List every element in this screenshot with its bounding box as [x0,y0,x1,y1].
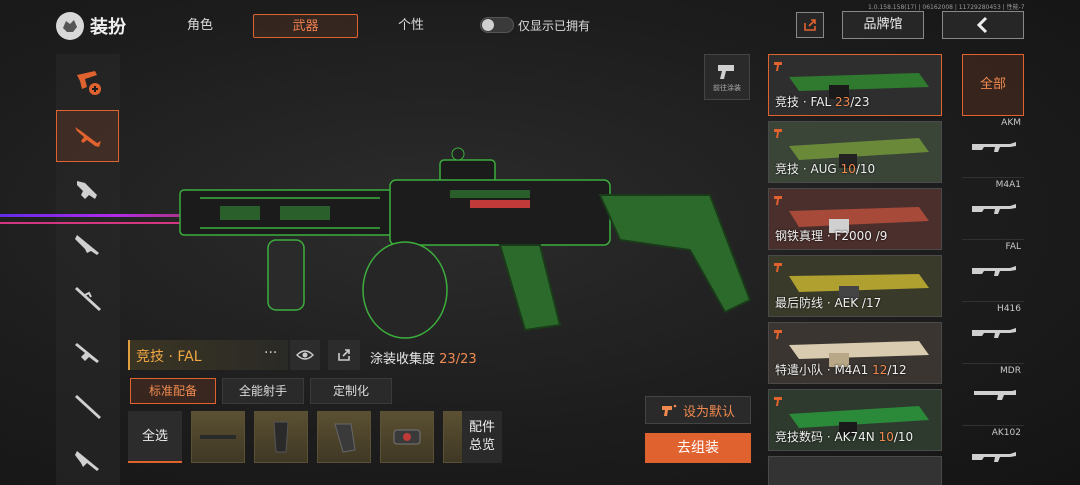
skin-card[interactable]: 特遣小队 · M4A1 12/12 [768,322,942,384]
weapon-name: 竞技 · FAL [136,349,202,365]
skin-card[interactable] [768,456,942,485]
attachment-slot-muzzle[interactable] [191,411,245,463]
category-sniper[interactable] [56,380,119,432]
paint-tag-icon [774,397,782,406]
filter-type-item[interactable]: MDR [962,364,1024,426]
skin-name: 竞技数码 · AK74N 10/10 [775,430,914,444]
tab-role[interactable]: 角色 [180,14,220,38]
share-icon [804,19,816,31]
rifle-silhouette-icon [972,452,1016,462]
rifle-silhouette-icon [972,266,1016,276]
favorite-weapon-icon [76,71,101,95]
back-button[interactable] [942,11,1024,39]
rifle-silhouette-icon [972,204,1016,214]
eye-icon [296,350,314,360]
skin-name: 最后防线 · AEK /17 [775,296,882,310]
tab-allround-shooter[interactable]: 全能射手 [222,378,304,404]
paint-tag-icon [774,263,782,272]
category-favorite[interactable] [56,56,119,108]
muzzle-attachment-icon [200,435,236,439]
tab-personal[interactable]: 个性 [391,14,431,38]
skin-name: 竞技 · AUG 10/10 [775,162,876,176]
go-to-paint-button[interactable]: 前往涂装 [704,54,750,100]
attachment-slot-optic[interactable] [380,411,434,463]
filter-type-item[interactable]: M4A1 [962,178,1024,240]
preview-toggle-button[interactable] [290,340,320,370]
skin-card[interactable]: 竞技 · FAL 23/23 [768,54,942,116]
pistol-icon [74,451,99,471]
filter-type-item[interactable]: H416 [962,302,1024,364]
set-default-button[interactable]: 设为默认 [645,396,751,424]
attachment-slot-stock[interactable] [317,411,371,463]
skin-name: 特遣小队 · M4A1 12/12 [775,363,907,377]
tab-customize[interactable]: 定制化 [310,378,392,404]
paint-tag-icon [774,62,782,71]
share-weapon-button[interactable] [328,340,360,370]
weapon-preview-image[interactable] [0,140,780,340]
bullpup-silhouette-icon [974,390,1016,400]
go-to-paint-label: 前往涂装 [713,84,741,92]
paint-tag-icon [774,330,782,339]
attachment-slot-grip[interactable] [254,411,308,463]
skin-card[interactable]: 竞技 · AUG 10/10 [768,121,942,183]
optic-attachment-icon [393,429,421,445]
attachment-overview-button[interactable]: 配件 总览 [462,411,502,463]
collection-label: 涂装收集度 [370,352,436,367]
select-all-button[interactable]: 全选 [128,411,182,463]
attachment-slot-extra[interactable] [443,411,463,463]
paint-tag-icon [774,129,782,138]
skin-collection-progress: 涂装收集度 23/23 [370,348,477,367]
skin-card[interactable]: 最后防线 · AEK /17 [768,255,942,317]
paint-tag-icon [774,196,782,205]
overview-label-1: 配件 [468,420,495,435]
profile-logo-icon [56,12,84,40]
rifle-silhouette-icon [972,328,1016,338]
share-icon [338,349,350,361]
skin-card[interactable]: 钢铁真理 · F2000 /9 [768,188,942,250]
skin-name: 钢铁真理 · F2000 /9 [775,229,888,243]
foregrip-attachment-icon [273,421,289,453]
toggle-knob [482,19,494,31]
collection-value: 23/23 [439,352,477,367]
tab-standard-loadout[interactable]: 标准配备 [130,378,216,404]
skin-name: 竞技 · FAL 23/23 [775,95,870,109]
category-pistol[interactable] [56,434,119,485]
lmg-icon [74,343,99,363]
set-default-label: 设为默认 [682,404,735,420]
page-title: 装扮 [90,17,126,38]
filter-all-button[interactable]: 全部 [962,54,1024,116]
spray-gun-icon [718,65,734,79]
build-info: 1.0.158.158(17) | 06162008 | 11729280453… [868,4,1025,11]
sniper-rifle-icon [74,395,101,419]
skin-card[interactable]: 竞技数码 · AK74N 10/10 [768,389,942,451]
share-button[interactable] [796,12,824,38]
tab-weapon[interactable]: 武器 [253,14,358,38]
brand-hall-button[interactable]: 品牌馆 [842,11,924,39]
filter-type-item[interactable]: FAL [962,240,1024,302]
rifle-silhouette-icon [972,142,1016,152]
filter-type-item[interactable]: AK102 [962,426,1024,485]
back-arrow-icon [976,16,988,34]
spray-icon [661,404,677,416]
more-options-button[interactable]: ··· [264,345,277,361]
owned-only-label: 仅显示已拥有 [518,19,591,33]
go-assemble-button[interactable]: 去组装 [645,433,751,463]
overview-label-2: 总览 [468,438,495,453]
filter-type-item[interactable]: AKM [962,116,1024,178]
handle-attachment-icon [334,423,356,453]
